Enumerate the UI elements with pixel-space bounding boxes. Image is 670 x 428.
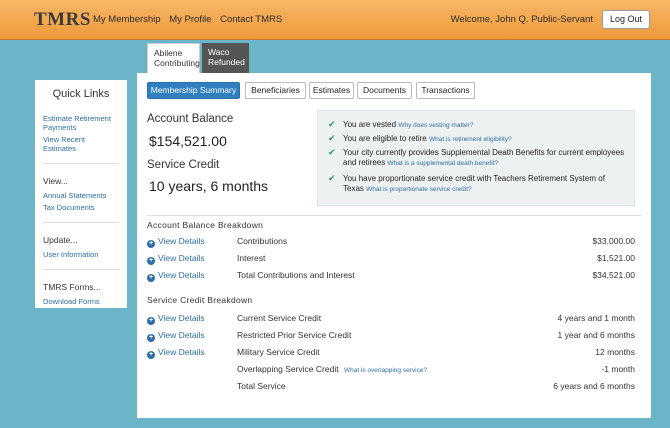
plan-tab-name: Waco	[208, 47, 230, 57]
divider	[43, 269, 119, 270]
status-info-box: ✔ You are vested Why does vesting matter…	[317, 110, 635, 206]
view-details-label: View Details	[158, 347, 205, 357]
checkmark-icon: ✔	[328, 147, 336, 157]
row-label: Contributions	[237, 236, 288, 246]
view-section-title: View...	[43, 176, 68, 186]
divider	[43, 222, 119, 223]
row-value: 12 months	[595, 347, 635, 357]
plus-circle-icon: +	[147, 257, 155, 265]
row-label: Current Service Credit	[237, 313, 322, 323]
quick-links-panel: Quick Links Estimate Retirement Payments…	[35, 80, 127, 308]
account-balance-value: $154,521.00	[149, 133, 227, 149]
forms-section-title: TMRS Forms...	[43, 282, 101, 292]
user-information-link[interactable]: User Information	[43, 250, 119, 259]
plan-tab-abilene[interactable]: Abilene Contributing	[147, 43, 200, 73]
checkmark-icon: ✔	[328, 119, 336, 129]
balance-breakdown-title: Account Balance Breakdown	[147, 220, 264, 230]
estimate-retirement-link[interactable]: Estimate Retirement Payments	[43, 114, 119, 132]
tax-documents-link[interactable]: Tax Documents	[43, 203, 119, 212]
tmrs-logo[interactable]: TMRS	[34, 9, 91, 31]
view-details-label: View Details	[158, 270, 205, 280]
overlapping-service-row: Overlapping Service Credit What is overl…	[237, 364, 427, 374]
row-label: Interest	[237, 253, 266, 263]
divider	[43, 163, 119, 164]
row-value: $33,000.00	[592, 236, 635, 246]
update-section-title: Update...	[43, 235, 78, 245]
info-item-vested: You are vested Why does vesting matter?	[343, 120, 473, 131]
row-label: Overlapping Service Credit	[237, 364, 339, 374]
row-label: Total Contributions and Interest	[237, 270, 355, 280]
eligibility-info-link[interactable]: What is retirement eligibility?	[429, 136, 512, 143]
nav-my-profile[interactable]: My Profile	[169, 14, 211, 25]
service-credit-label: Service Credit	[147, 159, 220, 171]
row-value: $1,521.00	[597, 253, 635, 263]
vesting-info-link[interactable]: Why does vesting matter?	[398, 122, 473, 129]
plus-circle-icon: +	[147, 240, 155, 248]
main-nav: My Membership My Profile Contact TMRS	[93, 14, 288, 25]
row-value: -1 month	[601, 364, 635, 374]
service-breakdown-title: Service Credit Breakdown	[147, 295, 253, 305]
logout-button[interactable]: Log Out	[602, 10, 650, 29]
view-details-current-service[interactable]: + View Details	[147, 313, 205, 325]
view-details-military-service[interactable]: + View Details	[147, 347, 205, 359]
nav-my-membership[interactable]: My Membership	[93, 14, 161, 25]
row-label: Restricted Prior Service Credit	[237, 330, 352, 340]
plus-circle-icon: +	[147, 351, 155, 359]
view-details-label: View Details	[158, 330, 205, 340]
tab-transactions[interactable]: Transactions	[416, 82, 475, 99]
overlapping-service-info-link[interactable]: What is overlapping service?	[344, 367, 427, 374]
row-value: 4 years and 1 month	[557, 313, 636, 323]
row-value: $34,521.00	[592, 270, 635, 280]
checkmark-icon: ✔	[328, 173, 336, 183]
info-item-eligible: You are eligible to retire What is retir…	[343, 134, 512, 145]
total-service-label: Total Service	[237, 381, 286, 391]
plan-tab-waco[interactable]: Waco Refunded	[202, 43, 249, 73]
view-details-label: View Details	[158, 236, 205, 246]
info-item-death-benefit: Your city currently provides Supplementa…	[343, 148, 628, 169]
tab-beneficiaries[interactable]: Beneficiaries	[245, 82, 306, 99]
plan-tab-status: Refunded	[208, 57, 245, 67]
tab-documents[interactable]: Documents	[357, 82, 412, 99]
view-details-total[interactable]: + View Details	[147, 270, 205, 282]
plus-circle-icon: +	[147, 334, 155, 342]
info-text: You are eligible to retire	[343, 134, 427, 143]
view-details-interest[interactable]: + View Details	[147, 253, 205, 265]
main-panel: Membership Summary Beneficiaries Estimat…	[137, 73, 651, 418]
quick-links-title: Quick Links	[52, 88, 110, 100]
tab-membership-summary[interactable]: Membership Summary	[147, 82, 240, 99]
view-details-contributions[interactable]: + View Details	[147, 236, 205, 248]
view-details-prior-service[interactable]: + View Details	[147, 330, 205, 342]
info-item-proportionate: You have proportionate service credit wi…	[343, 174, 613, 195]
tab-estimates[interactable]: Estimates	[309, 82, 354, 99]
account-balance-label: Account Balance	[147, 113, 234, 125]
download-forms-link[interactable]: Download Forms	[43, 297, 119, 306]
checkmark-icon: ✔	[328, 133, 336, 143]
service-credit-value: 10 years, 6 months	[149, 178, 269, 194]
annual-statements-link[interactable]: Annual Statements	[43, 191, 119, 200]
nav-contact-tmrs[interactable]: Contact TMRS	[220, 14, 282, 25]
plus-circle-icon: +	[147, 274, 155, 282]
row-label: Military Service Credit	[237, 347, 320, 357]
death-benefit-info-link[interactable]: What is a supplemental death benefit?	[387, 160, 498, 167]
plus-circle-icon: +	[147, 317, 155, 325]
divider	[147, 215, 641, 216]
plan-tab-status: Contributing	[154, 58, 200, 68]
info-text: You are vested	[343, 120, 397, 129]
welcome-text: Welcome, John Q. Public-Servant	[450, 14, 593, 25]
view-details-label: View Details	[158, 313, 205, 323]
plan-tab-name: Abilene	[154, 48, 183, 58]
row-value: 1 year and 6 months	[557, 330, 636, 340]
top-bar: TMRS My Membership My Profile Contact TM…	[0, 0, 670, 40]
view-details-label: View Details	[158, 253, 205, 263]
proportionate-info-link[interactable]: What is proportionate service credit?	[366, 186, 472, 193]
view-recent-estimates-link[interactable]: View Recent Estimates	[43, 135, 119, 153]
total-service-value: 6 years and 6 months	[553, 381, 635, 391]
